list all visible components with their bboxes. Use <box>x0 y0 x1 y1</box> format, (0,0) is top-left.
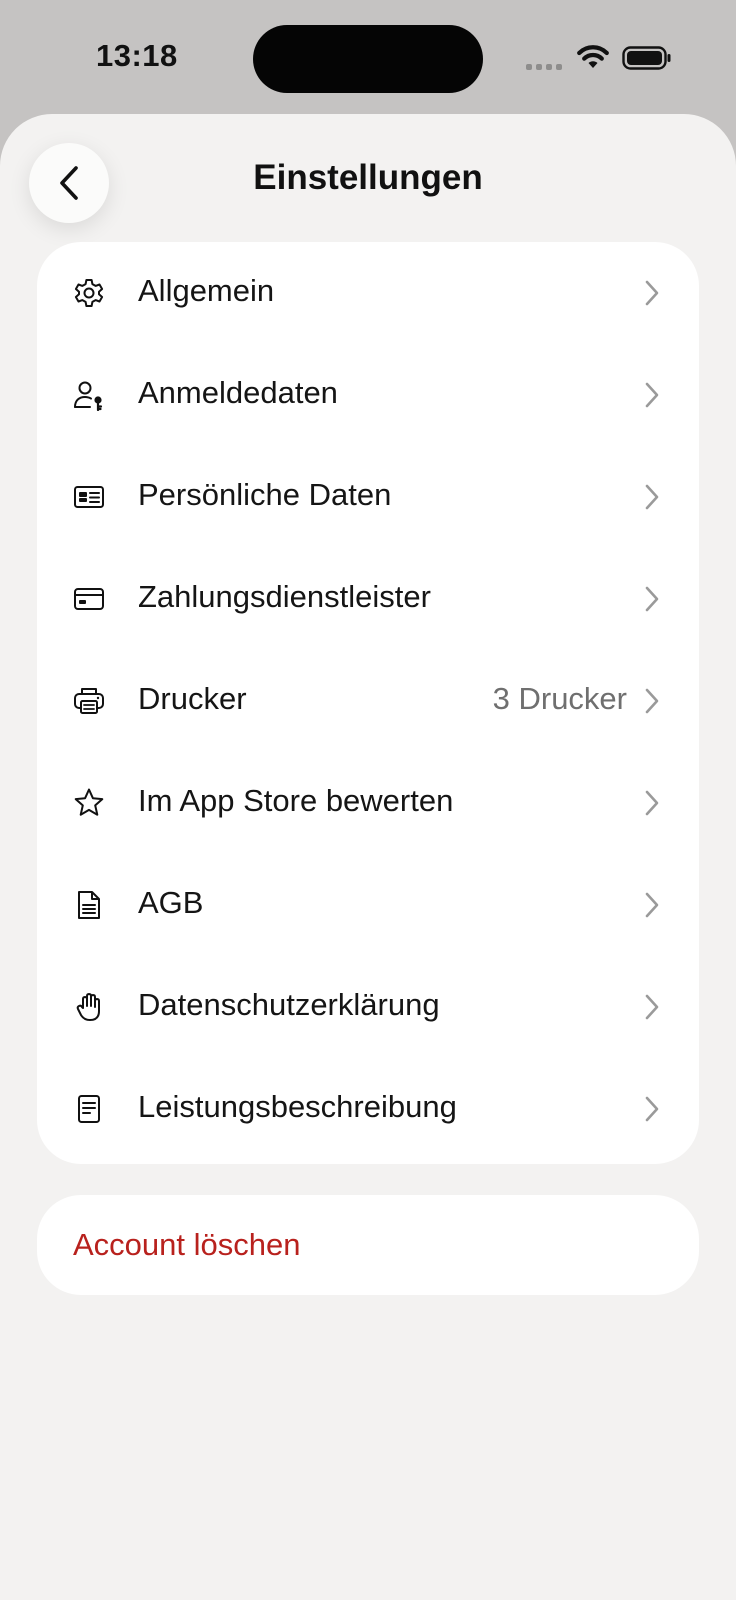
chevron-right-icon <box>645 484 659 510</box>
settings-item-label: Im App Store bewerten <box>138 783 454 818</box>
status-icons <box>526 40 676 80</box>
gear-icon <box>74 279 104 307</box>
wifi-icon <box>577 45 609 68</box>
settings-item-persoenliche-daten[interactable]: Persönliche Daten <box>37 446 699 548</box>
chevron-right-icon <box>645 586 659 612</box>
settings-item-label: Zahlungsdienstleister <box>138 579 431 614</box>
printer-icon <box>74 688 104 714</box>
delete-account-button[interactable]: Account löschen <box>37 1195 699 1295</box>
id-card-icon <box>74 486 104 508</box>
settings-item-drucker[interactable]: Drucker 3 Drucker <box>37 650 699 752</box>
settings-item-label: Persönliche Daten <box>138 477 392 512</box>
settings-item-allgemein[interactable]: Allgemein <box>37 242 699 344</box>
page-title: Einstellungen <box>253 158 483 197</box>
star-icon <box>74 788 104 816</box>
receipt-icon <box>78 1095 100 1123</box>
settings-item-label: Datenschutzerklärung <box>138 987 440 1022</box>
chevron-right-icon <box>645 688 659 714</box>
settings-item-agb[interactable]: AGB <box>37 854 699 956</box>
chevron-right-icon <box>645 280 659 306</box>
settings-item-label: AGB <box>138 885 204 920</box>
settings-item-datenschutzerklaerung[interactable]: Datenschutzerklärung <box>37 956 699 1058</box>
settings-item-leistungsbeschreibung[interactable]: Leistungsbeschreibung <box>37 1058 699 1160</box>
cellular-signal-icon <box>526 64 562 70</box>
dynamic-island <box>253 25 483 93</box>
status-time: 13:18 <box>96 38 178 73</box>
chevron-right-icon <box>645 382 659 408</box>
chevron-right-icon <box>645 892 659 918</box>
settings-item-anmeldedaten[interactable]: Anmeldedaten <box>37 344 699 446</box>
settings-item-label: Leistungsbeschreibung <box>138 1089 457 1124</box>
status-bar: 13:18 <box>0 0 736 120</box>
settings-item-label: Anmeldedaten <box>138 375 338 410</box>
settings-item-label: Allgemein <box>138 273 275 308</box>
delete-account-label: Account löschen <box>73 1227 301 1262</box>
chevron-right-icon <box>645 994 659 1020</box>
printer-count: 3 Drucker <box>492 681 627 716</box>
document-icon <box>78 891 100 919</box>
battery-icon <box>622 46 671 70</box>
settings-sheet: Einstellungen Allgemein Anmeldedaten Per… <box>0 114 736 1600</box>
settings-item-label: Drucker <box>138 681 247 716</box>
credit-card-icon <box>74 588 104 610</box>
settings-item-zahlungsdienstleister[interactable]: Zahlungsdienstleister <box>37 548 699 650</box>
settings-list-card: Allgemein Anmeldedaten Persönliche Daten… <box>37 242 699 1164</box>
user-key-icon <box>74 381 103 411</box>
chevron-right-icon <box>645 1096 659 1122</box>
settings-item-app-store-bewerten[interactable]: Im App Store bewerten <box>37 752 699 854</box>
hand-icon <box>76 993 100 1021</box>
chevron-right-icon <box>645 790 659 816</box>
